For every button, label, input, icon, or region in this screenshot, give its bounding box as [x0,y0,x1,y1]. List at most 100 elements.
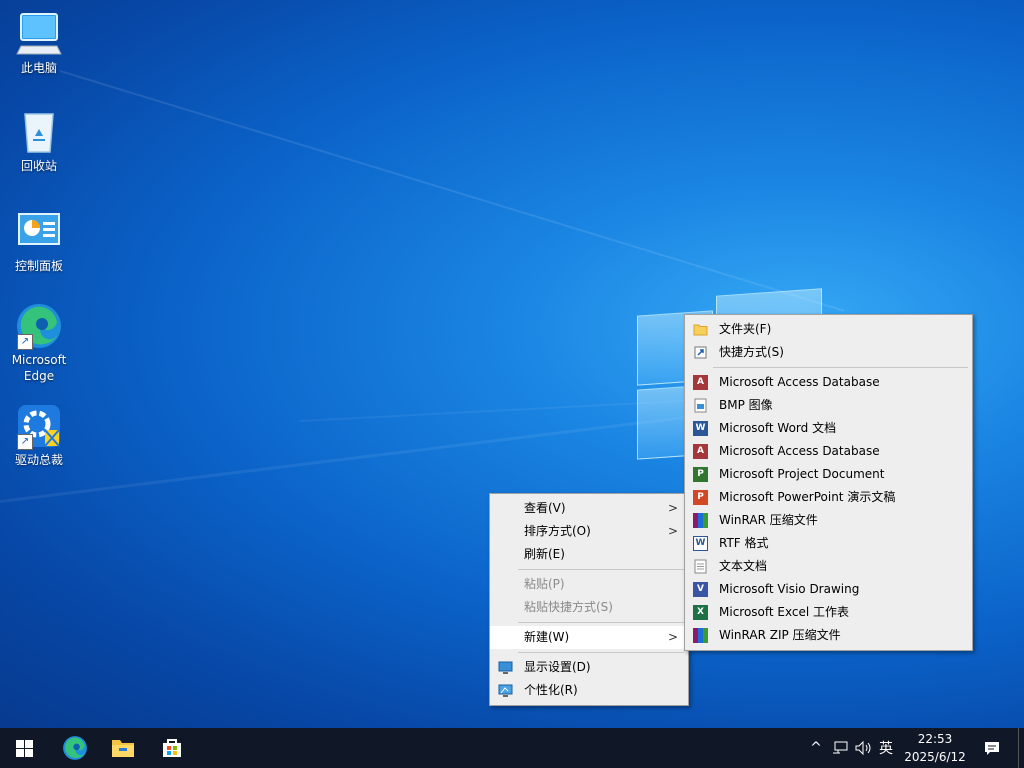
notification-icon [985,741,999,755]
access-file-icon: A [693,375,708,390]
desktop-icon-control-panel[interactable]: 控制面板 [3,208,75,274]
bmp-file-icon [693,398,708,413]
edge-icon: ↗ [15,302,63,350]
menu-separator [518,652,684,653]
winrar-icon [693,513,708,528]
menu-item-label: 快捷方式(S) [719,345,784,359]
excel-file-icon: X [693,605,708,620]
menu-item-label: Microsoft Project Document [719,467,885,481]
recycle-bin-icon [15,108,63,156]
chevron-right-icon: > [667,524,678,538]
network-tray-icon[interactable] [830,728,850,768]
taskbar-clock[interactable]: 22:53 2025/6/12 [898,730,972,766]
menu-item-label: Microsoft Excel 工作表 [719,605,850,619]
access-file-icon: A [693,444,708,459]
shortcut-icon [693,345,708,360]
menu-item-refresh[interactable]: 刷新(E) [490,543,688,566]
desktop-icon-label: 此电脑 [20,61,57,75]
menu-item-label: 新建(W) [524,630,570,644]
desktop-icon-label: 控制面板 [14,259,63,273]
desktop-icon-label: 回收站 [20,159,57,173]
new-project-document-item[interactable]: P Microsoft Project Document [685,463,972,486]
desktop-icon-recycle-bin[interactable]: 回收站 [3,108,75,174]
rtf-file-icon: W [693,536,708,551]
new-folder-item[interactable]: 文件夹(F) [685,318,972,341]
menu-item-label: Microsoft Access Database [719,444,880,458]
desktop-icon-driver-tool[interactable]: ↗ 驱动总裁 [3,402,75,468]
menu-separator [518,622,684,623]
menu-item-label: 刷新(E) [524,547,565,561]
winrar-zip-icon [693,628,708,643]
display-icon [498,660,513,675]
menu-item-sort-by[interactable]: 排序方式(O) > [490,520,688,543]
desktop-icon-label: Microsoft Edge [11,353,67,383]
start-button[interactable] [0,728,48,768]
menu-item-personalize[interactable]: 个性化(R) [490,679,688,702]
clock-date: 2025/6/12 [904,750,966,764]
menu-item-label: WinRAR 压缩文件 [719,513,818,527]
menu-item-label: WinRAR ZIP 压缩文件 [719,628,841,642]
menu-item-label: Microsoft Visio Drawing [719,582,860,596]
chevron-up-icon: ^ [810,740,822,756]
taskbar-store-button[interactable] [148,728,196,768]
volume-tray-icon[interactable] [853,728,875,768]
speaker-icon [855,741,871,755]
new-access-database-item[interactable]: A Microsoft Access Database [685,371,972,394]
menu-item-label: BMP 图像 [719,398,773,412]
taskbar-edge-button[interactable] [51,728,99,768]
new-submenu: 文件夹(F) 快捷方式(S) A Microsoft Access Databa… [684,314,973,651]
menu-item-label: 个性化(R) [524,683,578,697]
new-bmp-image-item[interactable]: BMP 图像 [685,394,972,417]
taskbar-file-explorer-button[interactable] [99,728,147,768]
store-icon [163,739,181,757]
new-text-document-item[interactable]: 文本文档 [685,555,972,578]
new-excel-worksheet-item[interactable]: X Microsoft Excel 工作表 [685,601,972,624]
clock-time: 22:53 [917,732,953,746]
shortcut-arrow-icon: ↗ [17,334,33,350]
windows-logo-icon [15,739,33,757]
show-hidden-icons-chevron[interactable]: ^ [806,728,826,768]
control-panel-icon [15,208,63,256]
menu-separator [713,367,968,368]
menu-item-label: Microsoft Word 文档 [719,421,837,435]
menu-item-label: 文件夹(F) [719,322,772,336]
menu-item-paste: 粘贴(P) [490,573,688,596]
action-center-button[interactable] [978,728,1006,768]
menu-item-label: 显示设置(D) [524,660,591,674]
menu-item-label: Microsoft PowerPoint 演示文稿 [719,490,896,504]
menu-item-paste-shortcut: 粘贴快捷方式(S) [490,596,688,619]
network-icon [833,741,848,754]
driver-tool-icon: ↗ [15,402,63,450]
menu-item-label: Microsoft Access Database [719,375,880,389]
ime-language-indicator[interactable]: 英 [876,728,896,768]
new-word-document-item[interactable]: W Microsoft Word 文档 [685,417,972,440]
edge-icon [63,736,87,760]
new-winrar-zip-item[interactable]: WinRAR ZIP 压缩文件 [685,624,972,647]
menu-item-new[interactable]: 新建(W) > [490,626,688,649]
word-file-icon: W [693,421,708,436]
powerpoint-file-icon: P [693,490,708,505]
chevron-right-icon: > [667,501,678,515]
desktop-icon-edge[interactable]: ↗ Microsoft Edge [3,302,75,384]
new-visio-drawing-item[interactable]: V Microsoft Visio Drawing [685,578,972,601]
new-shortcut-item[interactable]: 快捷方式(S) [685,341,972,364]
menu-item-view[interactable]: 查看(V) > [490,497,688,520]
new-rtf-item[interactable]: W RTF 格式 [685,532,972,555]
menu-item-label: 文本文档 [719,559,768,573]
chevron-right-icon: > [667,630,678,644]
menu-item-display-settings[interactable]: 显示设置(D) [490,656,688,679]
menu-item-label: 查看(V) [524,501,566,515]
new-powerpoint-item[interactable]: P Microsoft PowerPoint 演示文稿 [685,486,972,509]
menu-separator [518,569,684,570]
personalize-icon [498,683,513,698]
visio-file-icon: V [693,582,708,597]
desktop-icon-label: 驱动总裁 [14,453,63,467]
new-winrar-archive-item[interactable]: WinRAR 压缩文件 [685,509,972,532]
show-desktop-button[interactable] [1018,728,1024,768]
wallpaper-ray [59,70,845,312]
file-explorer-icon [112,740,134,757]
desktop-context-menu: 查看(V) > 排序方式(O) > 刷新(E) 粘贴(P) 粘贴快捷方式(S) … [489,493,689,706]
new-access-database-item-2[interactable]: A Microsoft Access Database [685,440,972,463]
desktop-icon-this-pc[interactable]: 此电脑 [3,10,75,76]
text-file-icon [693,559,708,574]
